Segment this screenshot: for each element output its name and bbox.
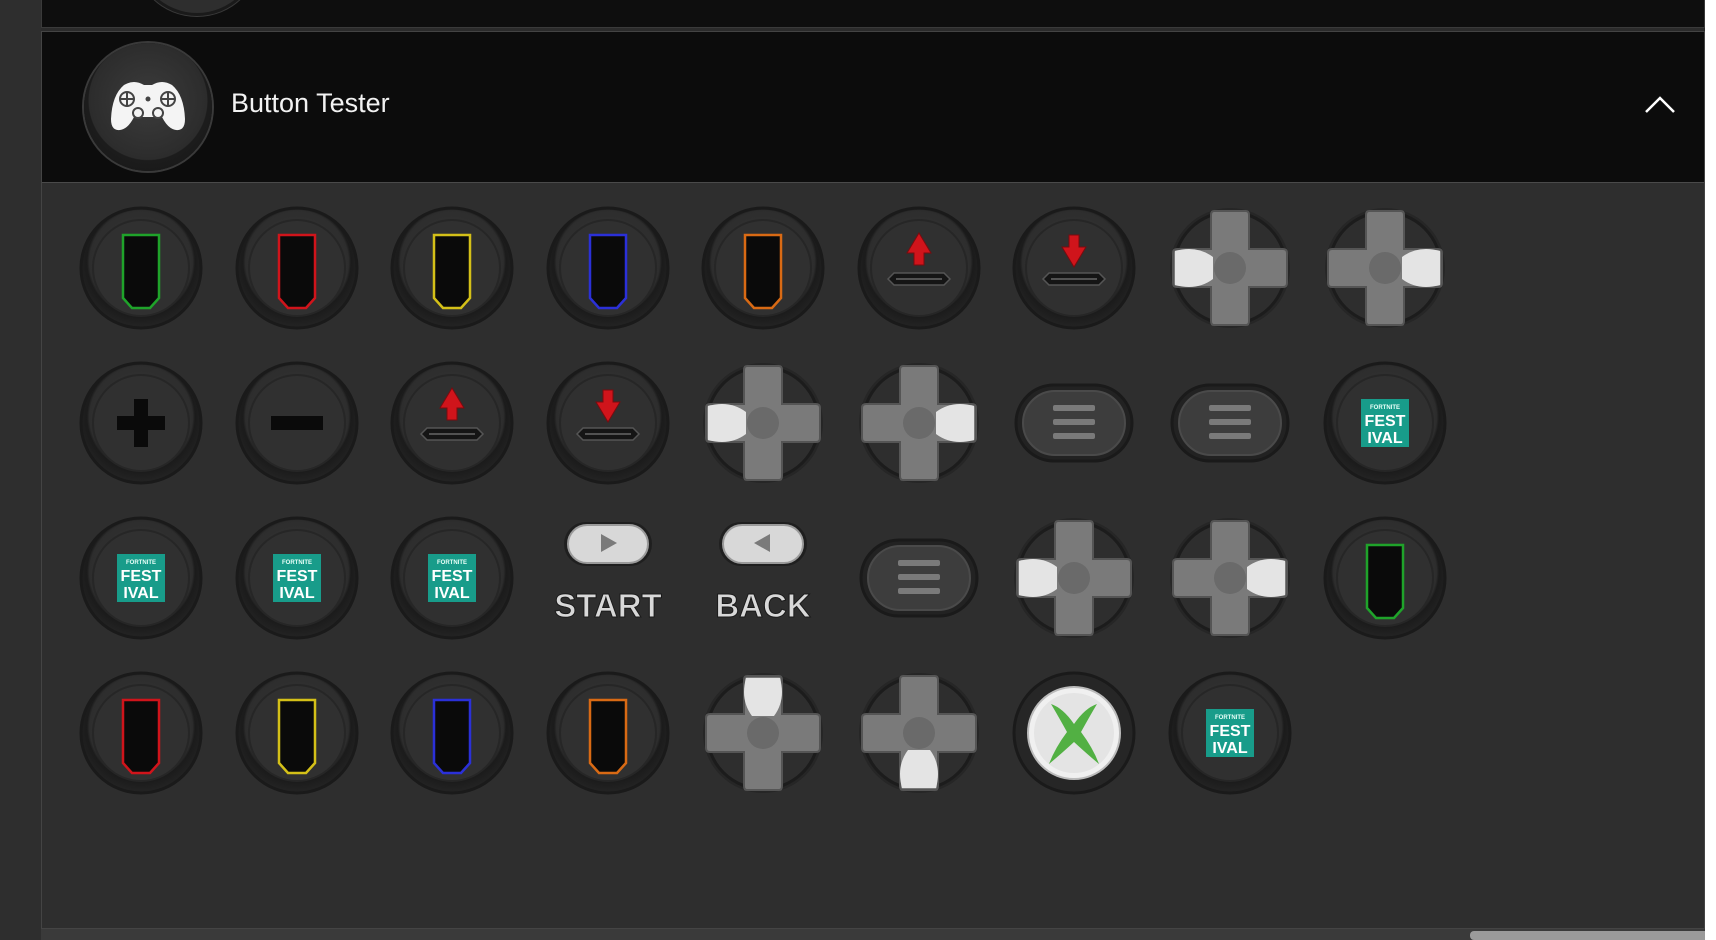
festival-button-5[interactable]: FORTNITE FEST IVAL xyxy=(1167,670,1293,796)
shield-icon xyxy=(79,206,203,330)
menu-icon xyxy=(1170,383,1289,463)
dpad-right-button-3[interactable] xyxy=(1167,515,1293,641)
shield-icon xyxy=(235,206,358,330)
yellow-fret-button[interactable] xyxy=(389,205,515,331)
svg-text:FORTNITE: FORTNITE xyxy=(1370,405,1400,411)
blue-fret-button-2[interactable] xyxy=(389,670,515,796)
arrow-up-icon xyxy=(857,206,980,330)
fortnite-festival-icon: FORTNITE FEST IVAL xyxy=(235,516,358,640)
start-button[interactable]: START xyxy=(545,515,671,641)
menu-icon xyxy=(859,538,978,618)
shield-icon xyxy=(1323,516,1447,640)
festival-button-4[interactable]: FORTNITE FEST IVAL xyxy=(389,515,515,641)
dpad-right-icon xyxy=(1325,208,1445,328)
svg-text:FEST: FEST xyxy=(432,568,473,585)
svg-text:IVAL: IVAL xyxy=(1367,430,1402,447)
dpad-up-icon xyxy=(703,673,823,793)
strum-down-button[interactable] xyxy=(1011,205,1137,331)
left-sidebar-strip xyxy=(0,0,41,940)
shield-icon xyxy=(235,671,358,795)
strum-down-button-2[interactable] xyxy=(545,360,671,486)
red-fret-button[interactable] xyxy=(234,205,360,331)
green-fret-button[interactable] xyxy=(78,205,204,331)
orange-fret-button[interactable] xyxy=(700,205,826,331)
gamepad-icon xyxy=(84,43,212,171)
dpad-right-icon xyxy=(858,363,979,483)
dpad-left-icon xyxy=(1169,208,1290,328)
shield-icon xyxy=(79,671,203,795)
plus-button[interactable] xyxy=(78,360,204,486)
shield-icon xyxy=(390,206,514,330)
svg-text:FEST: FEST xyxy=(276,568,317,585)
dpad-down-button[interactable] xyxy=(856,670,982,796)
dpad-right-button-2[interactable] xyxy=(856,360,982,486)
festival-button-3[interactable]: FORTNITE FEST IVAL xyxy=(234,515,360,641)
horizontal-scrollbar[interactable] xyxy=(1470,931,1716,940)
dpad-up-button[interactable] xyxy=(700,670,826,796)
svg-text:FEST: FEST xyxy=(1209,723,1250,740)
panel-header[interactable]: Button Tester xyxy=(42,32,1704,183)
panel-title: Button Tester xyxy=(231,88,390,118)
dpad-left-icon xyxy=(703,363,823,483)
fortnite-festival-icon: FORTNITE FEST IVAL xyxy=(79,516,203,640)
button-tester-panel: Button Tester FORTNITE FEST IVAL FORTNIT… xyxy=(41,31,1705,929)
arrow-up-icon xyxy=(390,361,514,485)
dpad-left-button-2[interactable] xyxy=(700,360,826,486)
dpad-down-icon xyxy=(858,673,979,793)
dpad-left-icon xyxy=(1014,518,1134,638)
menu-button-2[interactable] xyxy=(1167,360,1293,486)
previous-panel xyxy=(41,0,1705,28)
fortnite-festival-icon: FORTNITE FEST IVAL xyxy=(1168,671,1291,795)
dpad-left-button[interactable] xyxy=(1167,205,1293,331)
shield-icon xyxy=(701,206,825,330)
minus-icon xyxy=(235,361,358,485)
svg-text:FORTNITE: FORTNITE xyxy=(282,560,312,566)
shield-icon xyxy=(546,671,669,795)
minus-button[interactable] xyxy=(234,360,360,486)
svg-text:IVAL: IVAL xyxy=(123,585,158,602)
xbox-logo-icon xyxy=(1012,671,1136,795)
dpad-left-button-3[interactable] xyxy=(1011,515,1137,641)
svg-text:FORTNITE: FORTNITE xyxy=(126,560,156,566)
blue-fret-button[interactable] xyxy=(545,205,671,331)
previous-panel-icon xyxy=(134,0,260,16)
back-button[interactable]: BACK xyxy=(700,515,826,641)
xbox-guide-button[interactable] xyxy=(1011,670,1137,796)
arrow-down-icon xyxy=(1012,206,1136,330)
orange-fret-button-2[interactable] xyxy=(545,670,671,796)
fortnite-festival-icon: FORTNITE FEST IVAL xyxy=(390,516,514,640)
plus-icon xyxy=(79,361,203,485)
collapse-button[interactable] xyxy=(1638,82,1682,126)
menu-icon xyxy=(1014,383,1134,463)
menu-button[interactable] xyxy=(1011,360,1137,486)
green-fret-button-2[interactable] xyxy=(1322,515,1448,641)
chevron-up-icon xyxy=(1645,96,1675,113)
dpad-right-icon xyxy=(1169,518,1290,638)
svg-text:IVAL: IVAL xyxy=(1212,740,1247,757)
shield-icon xyxy=(390,671,514,795)
svg-text:IVAL: IVAL xyxy=(279,585,314,602)
svg-text:FORTNITE: FORTNITE xyxy=(437,560,467,566)
svg-text:FEST: FEST xyxy=(1365,413,1406,430)
svg-text:START: START xyxy=(554,587,662,624)
horizontal-scroll-track xyxy=(41,929,1716,940)
strum-up-button-2[interactable] xyxy=(389,360,515,486)
strum-up-button[interactable] xyxy=(856,205,982,331)
shield-icon xyxy=(546,206,669,330)
svg-text:BACK: BACK xyxy=(715,587,810,624)
red-fret-button-2[interactable] xyxy=(78,670,204,796)
svg-text:FORTNITE: FORTNITE xyxy=(1215,715,1245,721)
adjacent-window-edge xyxy=(1705,0,1716,940)
yellow-fret-button-2[interactable] xyxy=(234,670,360,796)
festival-button-2[interactable]: FORTNITE FEST IVAL xyxy=(78,515,204,641)
menu-button-3[interactable] xyxy=(856,515,982,641)
back-icon: BACK xyxy=(715,522,811,625)
play-icon: START xyxy=(553,522,662,625)
arrow-down-icon xyxy=(546,361,669,485)
festival-button[interactable]: FORTNITE FEST IVAL xyxy=(1322,360,1448,486)
svg-text:IVAL: IVAL xyxy=(434,585,469,602)
fortnite-festival-icon: FORTNITE FEST IVAL xyxy=(1323,361,1447,485)
svg-text:FEST: FEST xyxy=(121,568,162,585)
dpad-right-button[interactable] xyxy=(1322,205,1448,331)
